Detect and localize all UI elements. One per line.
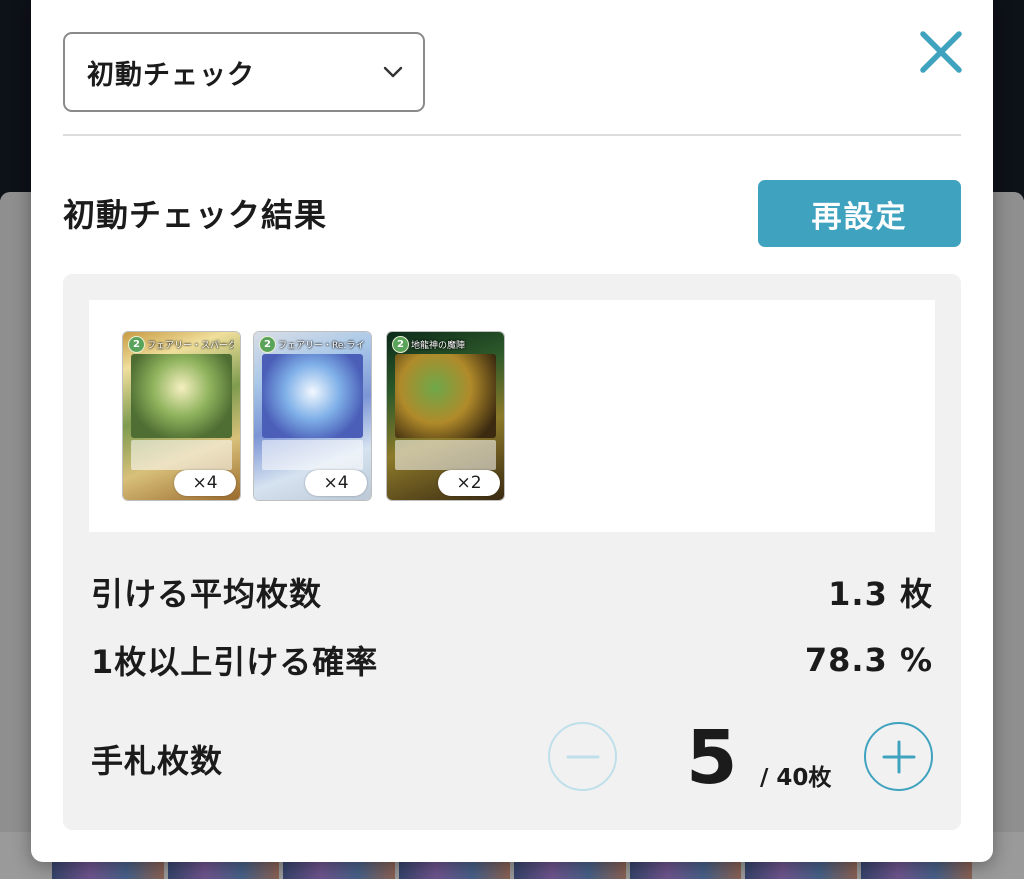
- card-cost: 2: [128, 336, 145, 353]
- card-textbox: [131, 440, 232, 470]
- card-count-badge: ×2: [438, 470, 500, 496]
- minus-icon: [566, 755, 599, 758]
- card-name: フェアリー・スパーク: [147, 341, 234, 351]
- deck-size-total: / 40枚: [760, 765, 832, 791]
- background-card-thumbnails: [52, 860, 972, 879]
- card-textbox: [262, 440, 363, 470]
- result-panel: 2 フェアリー・スパーク ×4 2 フェアリー・Re:ライフ ×4 2 地龍神の…: [63, 274, 961, 830]
- card-count-badge: ×4: [174, 470, 236, 496]
- probability-label: 1枚以上引ける確率: [91, 643, 379, 681]
- chevron-down-icon: [383, 66, 403, 78]
- card-fairy-spark[interactable]: 2 フェアリー・スパーク ×4: [123, 332, 240, 500]
- decrease-hand-button[interactable]: [548, 722, 617, 791]
- probability-row: 1枚以上引ける確率 78.3 %: [91, 640, 933, 681]
- card-count-badge: ×4: [305, 470, 367, 496]
- hand-size-value: 5: [686, 715, 738, 801]
- reset-button[interactable]: 再設定: [758, 180, 961, 247]
- average-draw-label: 引ける平均枚数: [91, 575, 323, 613]
- mode-dropdown[interactable]: 初動チェック: [63, 32, 425, 112]
- card-chiryushin-majin[interactable]: 2 地龍神の魔陣 ×2: [387, 332, 504, 500]
- hand-size-label: 手札枚数: [91, 742, 224, 780]
- card-name: フェアリー・Re:ライフ: [278, 341, 365, 351]
- card-fairy-relife[interactable]: 2 フェアリー・Re:ライフ ×4: [254, 332, 371, 500]
- selected-cards-area: 2 フェアリー・スパーク ×4 2 フェアリー・Re:ライフ ×4 2 地龍神の…: [89, 300, 935, 532]
- card-cost: 2: [392, 336, 409, 353]
- card-cost: 2: [259, 336, 276, 353]
- result-title: 初動チェック結果: [63, 196, 328, 234]
- card-artwork: [395, 354, 496, 438]
- average-draw-row: 引ける平均枚数 1.3 枚: [91, 572, 933, 613]
- initial-check-modal: 初動チェック 初動チェック結果 再設定 2 フェアリー・スパーク ×4 2 フェ…: [31, 0, 993, 862]
- card-name: 地龍神の魔陣: [411, 341, 466, 351]
- close-icon[interactable]: [917, 28, 965, 76]
- card-artwork: [262, 354, 363, 438]
- card-artwork: [131, 354, 232, 438]
- average-draw-value: 1.3 枚: [828, 575, 933, 613]
- probability-value: 78.3 %: [804, 641, 933, 679]
- header-divider: [63, 134, 961, 136]
- card-textbox: [395, 440, 496, 470]
- mode-dropdown-value: 初動チェック: [87, 59, 255, 91]
- plus-icon: [882, 740, 915, 773]
- increase-hand-button[interactable]: [864, 722, 933, 791]
